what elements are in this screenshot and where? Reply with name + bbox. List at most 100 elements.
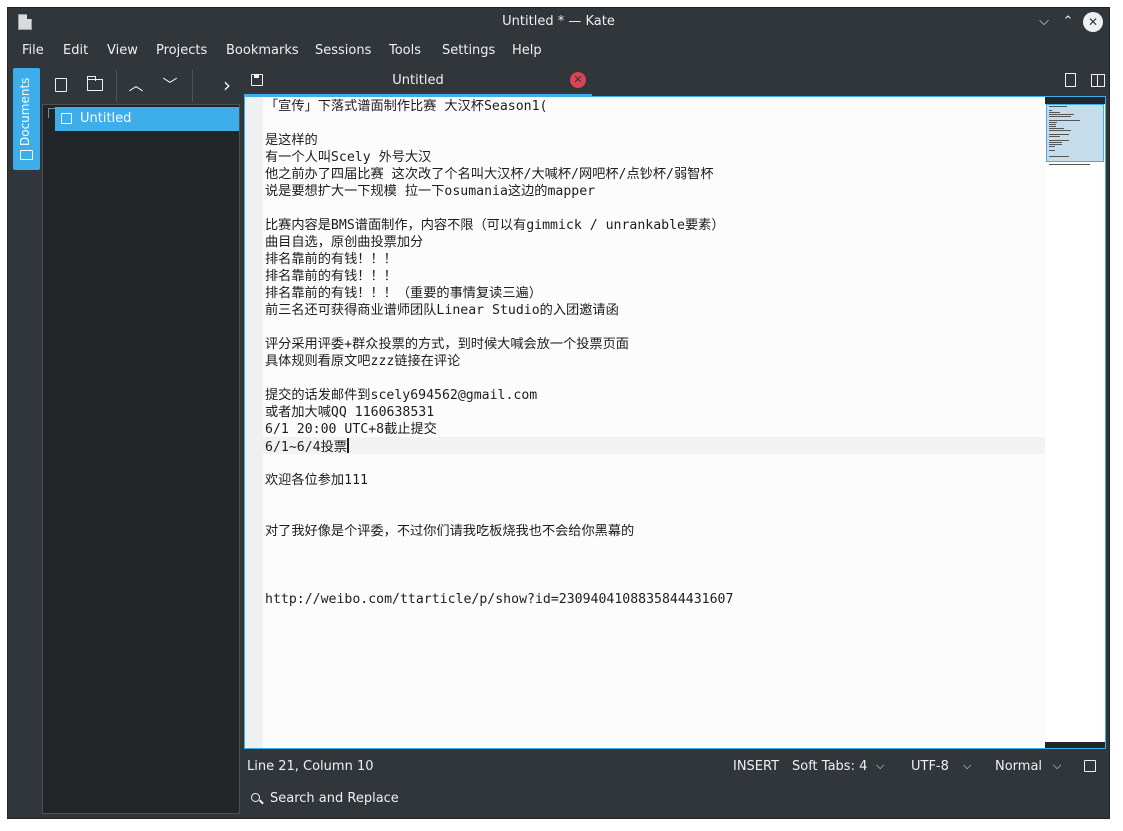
menu-tools[interactable]: Tools bbox=[389, 43, 421, 58]
editor-line[interactable] bbox=[265, 540, 1045, 557]
documents-tab-label: Documents bbox=[18, 77, 32, 146]
minimap-line bbox=[1049, 136, 1061, 137]
editor-line[interactable]: 排名靠前的有钱！！！ bbox=[265, 251, 1045, 268]
editor-line[interactable] bbox=[265, 370, 1045, 387]
menu-sessions[interactable]: Sessions bbox=[315, 43, 371, 58]
editor-line[interactable]: 他之前办了四届比赛 这次改了个名叫大汉杯/大喊杯/网吧杯/点钞杯/弱智杯 bbox=[265, 166, 1045, 183]
document-list: Untitled bbox=[42, 104, 240, 814]
editor-line[interactable]: 评分采用评委+群众投票的方式，到时候大喊会放一个投票页面 bbox=[265, 336, 1045, 353]
syntax-mode[interactable]: Normal bbox=[995, 759, 1042, 774]
minimap-line bbox=[1049, 110, 1052, 111]
editor-line[interactable]: 6/1~6/4投票 bbox=[265, 438, 1045, 455]
editor-line[interactable]: 比赛内容是BMS谱面制作，内容不限（可以有gimmick / unrankabl… bbox=[265, 217, 1045, 234]
editor-line[interactable]: 「宣传」下落式谱面制作比赛 大汉杯Season1( bbox=[265, 98, 1045, 115]
kate-window: Untitled * — Kate ⌵ ⌃ ✕ File Edit View P… bbox=[7, 7, 1110, 819]
close-tab-icon[interactable]: ✕ bbox=[570, 72, 586, 88]
new-document-icon bbox=[1065, 73, 1076, 87]
toolbar-separator bbox=[192, 70, 193, 102]
editor-line[interactable]: 欢迎各位参加111 bbox=[265, 472, 1045, 489]
editor-line[interactable]: 具体规则看原文吧zzz链接在评论 bbox=[265, 353, 1045, 370]
editor-tab-bar: Untitled ✕ bbox=[244, 68, 1106, 96]
editor-gutter bbox=[245, 97, 263, 748]
tab-untitled[interactable]: Untitled ✕ bbox=[244, 68, 592, 96]
minimap-line bbox=[1049, 130, 1072, 131]
menu-help[interactable]: Help bbox=[512, 43, 542, 58]
indentation-setting[interactable]: Soft Tabs: 4 bbox=[792, 759, 867, 774]
minimap-line bbox=[1049, 114, 1075, 115]
editor-line[interactable]: 曲目自选，原创曲投票加分 bbox=[265, 234, 1045, 251]
cursor-position[interactable]: Line 21, Column 10 bbox=[247, 759, 374, 774]
editor-line[interactable]: 提交的话发邮件到scely694562@gmail.com bbox=[265, 387, 1045, 404]
editor-line[interactable] bbox=[265, 574, 1045, 591]
toolbar-overflow-button[interactable]: › bbox=[216, 74, 238, 96]
chevron-down-icon[interactable]: ⌵ bbox=[1053, 759, 1061, 773]
editor-line[interactable]: 是这样的 bbox=[265, 132, 1045, 149]
close-window-icon[interactable]: ✕ bbox=[1083, 12, 1103, 32]
minimap-line bbox=[1049, 146, 1056, 147]
editor-line[interactable] bbox=[265, 115, 1045, 132]
minimap-line bbox=[1049, 112, 1060, 113]
editor-line[interactable]: 对了我好像是个评委，不过你们请我吃板烧我也不会给你黑幕的 bbox=[265, 523, 1045, 540]
editor-line[interactable]: 前三名还可获得商业谱师团队Linear Studio的入团邀请函 bbox=[265, 302, 1045, 319]
open-document-button[interactable] bbox=[84, 74, 106, 96]
menu-bookmarks[interactable]: Bookmarks bbox=[226, 43, 299, 58]
status-bar: Line 21, Column 10 INSERT Soft Tabs: 4 ⌵… bbox=[244, 756, 1106, 778]
encoding-setting[interactable]: UTF-8 bbox=[911, 759, 949, 774]
editor-text-area[interactable]: 「宣传」下落式谱面制作比赛 大汉杯Season1( 是这样的 有一个人叫Scely … bbox=[265, 98, 1045, 608]
folder-icon bbox=[20, 150, 33, 160]
editor-line[interactable]: http://weibo.com/ttarticle/p/show?id=230… bbox=[265, 591, 1045, 608]
editor-line[interactable]: 排名靠前的有钱！！！ bbox=[265, 268, 1045, 285]
minimap-line bbox=[1049, 126, 1056, 127]
minimize-icon[interactable]: ⌵ bbox=[1034, 12, 1054, 32]
editor-line[interactable]: 6/1 20:00 UTC+8截止提交 bbox=[265, 421, 1045, 438]
new-document-button[interactable] bbox=[50, 74, 72, 96]
split-view-button[interactable] bbox=[1089, 72, 1107, 90]
editor-line[interactable] bbox=[265, 200, 1045, 217]
editor-line[interactable] bbox=[265, 489, 1045, 506]
menu-file[interactable]: File bbox=[22, 43, 44, 58]
new-tab-button[interactable] bbox=[1062, 72, 1080, 90]
menu-view[interactable]: View bbox=[107, 43, 138, 58]
tab-label: Untitled bbox=[392, 73, 444, 88]
title-bar[interactable]: Untitled * — Kate ⌵ ⌃ ✕ bbox=[8, 8, 1109, 36]
search-and-replace-label: Search and Replace bbox=[270, 791, 399, 806]
editor-line[interactable] bbox=[265, 557, 1045, 574]
editor-line[interactable]: 或者加大喊QQ 1160638531 bbox=[265, 404, 1045, 421]
minimap-line bbox=[1049, 116, 1071, 117]
minimap-line bbox=[1049, 122, 1058, 123]
search-icon bbox=[251, 793, 260, 802]
minimap[interactable] bbox=[1045, 97, 1105, 748]
documents-side-tab[interactable]: Documents bbox=[13, 68, 40, 170]
input-mode[interactable]: INSERT bbox=[733, 759, 779, 774]
save-file-icon bbox=[61, 113, 72, 124]
minimap-line bbox=[1049, 142, 1062, 143]
minimap-line bbox=[1049, 164, 1091, 165]
minimap-bottom bbox=[1045, 742, 1105, 748]
split-view-icon bbox=[1091, 74, 1105, 87]
editor-line[interactable]: 有一个人叫Scely 外号大汉 bbox=[265, 149, 1045, 166]
editor-line[interactable] bbox=[265, 455, 1045, 472]
maximize-icon[interactable]: ⌃ bbox=[1058, 12, 1078, 32]
previous-document-button[interactable]: ︿ bbox=[125, 74, 147, 96]
editor-line[interactable]: 说是要想扩大一下规模 拉一下osumania这边的mapper bbox=[265, 183, 1045, 200]
minimap-line bbox=[1049, 120, 1080, 121]
minimap-line bbox=[1049, 140, 1070, 141]
document-list-item-label: Untitled bbox=[80, 111, 132, 126]
editor-line[interactable] bbox=[265, 506, 1045, 523]
menu-settings[interactable]: Settings bbox=[442, 43, 495, 58]
editor-line[interactable]: 排名靠前的有钱！！！（重要的事情复读三遍） bbox=[265, 285, 1045, 302]
minimap-line bbox=[1049, 150, 1056, 151]
next-document-button[interactable]: ﹀ bbox=[159, 74, 181, 96]
editor-line[interactable] bbox=[265, 319, 1045, 336]
chevron-down-icon[interactable]: ⌵ bbox=[876, 759, 884, 773]
menu-edit[interactable]: Edit bbox=[63, 43, 88, 58]
toolbar-separator bbox=[116, 70, 117, 102]
minimap-line bbox=[1049, 156, 1069, 157]
text-editor[interactable]: 「宣传」下落式谱面制作比赛 大汉杯Season1( 是这样的 有一个人叫Scely … bbox=[244, 96, 1106, 749]
chevron-down-icon[interactable]: ⌵ bbox=[963, 759, 971, 773]
minimap-line bbox=[1049, 134, 1069, 135]
document-list-item[interactable]: Untitled bbox=[55, 107, 239, 131]
menu-projects[interactable]: Projects bbox=[156, 43, 207, 58]
search-and-replace-button[interactable]: Search and Replace bbox=[244, 786, 544, 810]
save-icon[interactable] bbox=[1084, 760, 1096, 772]
